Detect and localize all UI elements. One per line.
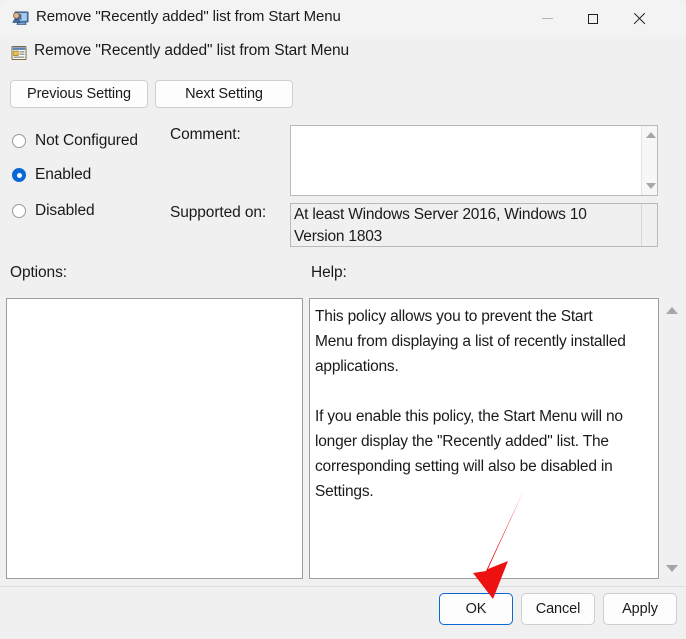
close-icon	[633, 12, 646, 25]
radio-enabled-label: Enabled	[35, 166, 92, 183]
supported-on-scrollbar[interactable]	[641, 204, 657, 246]
policy-window-icon	[12, 10, 29, 27]
radio-disabled[interactable]: Disabled	[12, 201, 95, 221]
ok-button[interactable]: OK	[439, 593, 513, 625]
options-label: Options:	[10, 264, 67, 281]
comment-scrollbar[interactable]	[641, 126, 657, 195]
help-label: Help:	[311, 264, 347, 281]
minimize-icon	[541, 17, 553, 20]
policy-setting-dialog: Remove "Recently added" list from Start …	[0, 0, 686, 639]
comment-box[interactable]	[290, 125, 658, 196]
help-scroll-down-icon[interactable]	[665, 565, 678, 572]
radio-not-configured[interactable]: Not Configured	[12, 131, 138, 151]
minimize-button[interactable]	[524, 0, 570, 37]
scroll-up-icon[interactable]	[645, 132, 656, 138]
maximize-button[interactable]	[570, 0, 616, 37]
radio-not-configured-label: Not Configured	[35, 132, 138, 149]
help-scroll-up-icon[interactable]	[665, 307, 678, 314]
previous-setting-button[interactable]: Previous Setting	[10, 80, 148, 108]
policy-header: Remove "Recently added" list from Start …	[0, 37, 686, 72]
help-panel[interactable]: This policy allows you to prevent the St…	[309, 298, 679, 580]
close-button[interactable]	[616, 0, 662, 37]
apply-button[interactable]: Apply	[603, 593, 677, 625]
window-title: Remove "Recently added" list from Start …	[36, 8, 341, 25]
radio-not-configured-mark	[12, 134, 26, 148]
supported-on-box: At least Windows Server 2016, Windows 10…	[290, 203, 658, 247]
comment-input[interactable]	[291, 126, 633, 195]
title-bar: Remove "Recently added" list from Start …	[0, 0, 686, 37]
cancel-button[interactable]: Cancel	[521, 593, 595, 625]
help-text: This policy allows you to prevent the St…	[315, 308, 626, 500]
maximize-icon	[588, 13, 598, 24]
radio-disabled-label: Disabled	[35, 202, 95, 219]
policy-setting-icon	[10, 44, 28, 62]
options-panel[interactable]	[6, 298, 303, 579]
policy-title: Remove "Recently added" list from Start …	[34, 42, 350, 59]
supported-on-label: Supported on:	[170, 204, 267, 221]
supported-on-value: At least Windows Server 2016, Windows 10…	[294, 206, 587, 245]
help-scrollbar[interactable]	[662, 299, 679, 580]
radio-disabled-mark	[12, 204, 26, 218]
comment-label: Comment:	[170, 126, 241, 143]
scroll-down-icon[interactable]	[645, 183, 656, 189]
next-setting-button[interactable]: Next Setting	[155, 80, 293, 108]
dialog-footer: OK Cancel Apply	[0, 587, 686, 639]
radio-enabled-mark	[12, 168, 26, 182]
radio-enabled[interactable]: Enabled	[12, 165, 91, 185]
